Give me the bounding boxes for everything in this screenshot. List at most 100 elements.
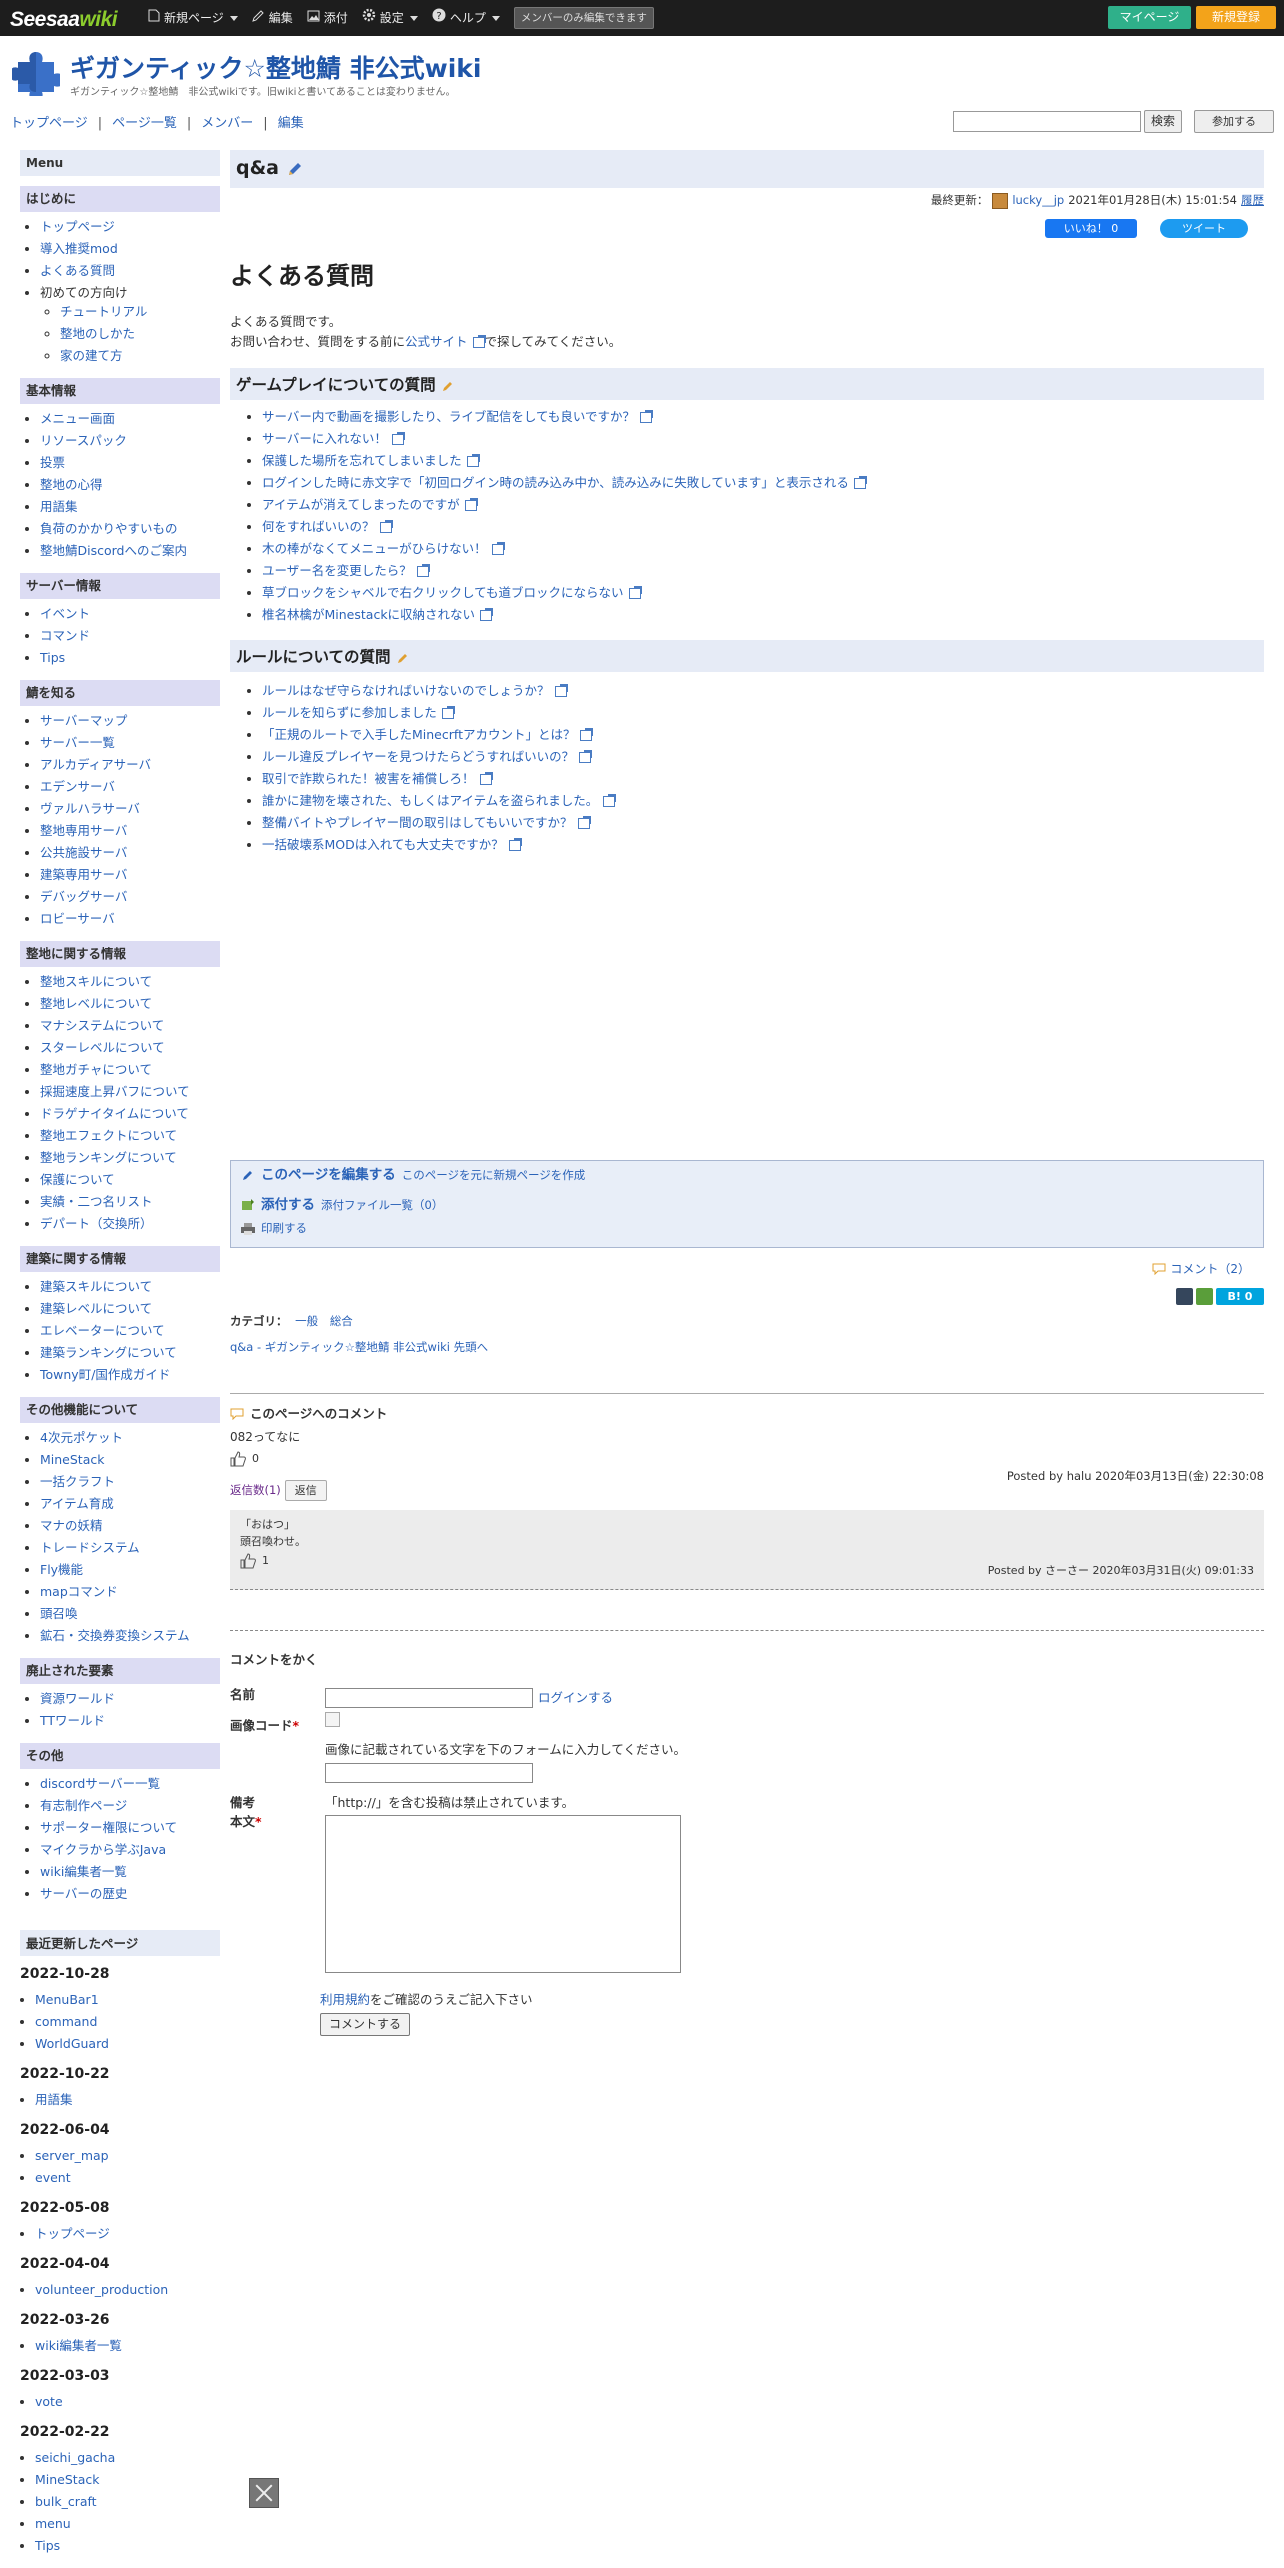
recent-page-link[interactable]: menu <box>35 2516 71 2531</box>
sidebar-link[interactable]: 建築ランキングについて <box>40 1345 177 1360</box>
facebook-like-button[interactable]: いいね！ 0 <box>1045 219 1137 238</box>
sidebar-link[interactable]: コマンド <box>40 628 90 643</box>
sidebar-link[interactable]: エレベーターについて <box>40 1323 165 1338</box>
question-link[interactable]: 整備バイトやプレイヤー間の取引はしてもいいですか？ <box>262 815 573 830</box>
terms-link[interactable]: 利用規約 <box>320 1992 370 2007</box>
sidebar-link[interactable]: discordサーバー一覧 <box>40 1776 160 1791</box>
top-menu-item[interactable]: 添付 <box>307 9 348 28</box>
sidebar-link[interactable]: 投票 <box>40 455 65 470</box>
question-link[interactable]: 取引で詐欺られた！被害を補償しろ！ <box>262 771 475 786</box>
recent-page-link[interactable]: 用語集 <box>35 2092 73 2107</box>
question-link[interactable]: アイテムが消えてしまったのですが <box>262 497 460 512</box>
sidebar-link[interactable]: 頭召喚 <box>40 1606 78 1621</box>
official-site-link[interactable]: 公式サイト <box>405 334 468 349</box>
nav-edit[interactable]: 編集 <box>268 114 314 134</box>
thumbs-up-icon[interactable] <box>240 1553 256 1569</box>
sidebar-link[interactable]: 整地の心得 <box>40 477 103 492</box>
sidebar-link[interactable]: 実績・二つ名リスト <box>40 1194 153 1209</box>
seesaa-logo[interactable]: Seesaawiki <box>10 4 118 37</box>
nav-members[interactable]: メンバー <box>191 114 263 134</box>
top-menu-item[interactable]: 編集 <box>251 9 293 28</box>
sidebar-link[interactable]: マナシステムについて <box>40 1018 164 1033</box>
captcha-input[interactable] <box>325 1763 533 1783</box>
sidebar-link[interactable]: アルカディアサーバ <box>40 757 151 772</box>
attach-link[interactable]: 添付する <box>261 1195 315 1216</box>
comment-body-textarea[interactable] <box>325 1815 681 1973</box>
hatena-bookmark-button[interactable]: B! 0 <box>1216 1288 1264 1305</box>
sidebar-link[interactable]: 一括クラフト <box>40 1474 115 1489</box>
sidebar-link[interactable]: アイテム育成 <box>40 1496 114 1511</box>
sidebar-link[interactable]: リソースパック <box>40 433 127 448</box>
recent-page-link[interactable]: vote <box>35 2394 63 2409</box>
name-input[interactable] <box>325 1688 533 1708</box>
recent-page-link[interactable]: bulk_craft <box>35 2494 97 2509</box>
breadcrumb-link[interactable]: q&a - ギガンティック☆整地鯖 非公式wiki 先頭へ <box>230 1340 488 1354</box>
sidebar-link[interactable]: 整地専用サーバ <box>40 823 127 838</box>
sidebar-link[interactable]: エデンサーバ <box>40 779 115 794</box>
sidebar-link[interactable]: 保護について <box>40 1172 115 1187</box>
site-title[interactable]: ギガンティック☆整地鯖 非公式wiki <box>70 50 481 89</box>
sidebar-link[interactable]: ロビーサーバ <box>40 911 115 926</box>
recent-page-link[interactable]: Tips <box>35 2538 60 2553</box>
pencil-icon[interactable] <box>396 651 410 665</box>
recent-page-link[interactable]: volunteer_production <box>35 2282 168 2297</box>
nav-page-list[interactable]: ページ一覧 <box>102 114 187 134</box>
sidebar-link[interactable]: ヴァルハラサーバ <box>40 801 140 816</box>
question-link[interactable]: 誰かに建物を壊された、もしくはアイテムを盗られました。 <box>262 793 598 808</box>
login-link[interactable]: ログインする <box>538 1688 613 1707</box>
pencil-icon[interactable] <box>441 379 455 393</box>
question-link[interactable]: ユーザー名を変更したら？ <box>262 563 412 578</box>
edit-page-link[interactable]: このページを編集する <box>261 1165 396 1186</box>
sidebar-link[interactable]: チュートリアル <box>60 304 147 319</box>
sidebar-link[interactable]: メニュー画面 <box>40 411 115 426</box>
sidebar-link[interactable]: mapコマンド <box>40 1584 118 1599</box>
sidebar-link[interactable]: Towny町/国作成ガイド <box>40 1367 170 1382</box>
category-link[interactable]: 一般 <box>295 1314 318 1328</box>
sidebar-link[interactable]: 導入推奨mod <box>40 241 118 256</box>
sidebar-link[interactable]: サポーター権限について <box>40 1820 177 1835</box>
sidebar-link[interactable]: サーバーマップ <box>40 713 127 728</box>
category-link[interactable]: 総合 <box>330 1314 353 1328</box>
search-button[interactable]: 検索 <box>1144 110 1182 133</box>
question-link[interactable]: 一括破壊系MODは入れても大丈夫ですか？ <box>262 837 504 852</box>
top-menu-item[interactable]: 新規ページ <box>148 9 238 28</box>
history-link[interactable]: 履歴 <box>1241 192 1264 210</box>
close-icon[interactable] <box>249 2478 279 2508</box>
recent-page-link[interactable]: event <box>35 2170 71 2185</box>
sidebar-link[interactable]: トップページ <box>40 219 115 234</box>
sidebar-link[interactable]: wiki編集者一覧 <box>40 1864 127 1879</box>
tweet-button[interactable]: ツイート <box>1160 219 1248 238</box>
print-link[interactable]: 印刷する <box>261 1220 307 1238</box>
sidebar-link[interactable]: サーバー一覧 <box>40 735 115 750</box>
sidebar-link[interactable]: デパート（交換所） <box>40 1216 153 1231</box>
question-link[interactable]: ルールを知らずに参加しました <box>262 705 437 720</box>
question-link[interactable]: 木の棒がなくてメニューがひらけない！ <box>262 541 487 556</box>
sidebar-link[interactable]: 有志制作ページ <box>40 1798 127 1813</box>
recent-page-link[interactable]: wiki編集者一覧 <box>35 2338 122 2353</box>
sidebar-link[interactable]: MineStack <box>40 1452 104 1467</box>
recent-page-link[interactable]: seichi_gacha <box>35 2450 115 2465</box>
sidebar-link[interactable]: マナの妖精 <box>40 1518 103 1533</box>
sidebar-link[interactable]: Tips <box>40 650 65 665</box>
recent-page-link[interactable]: server_map <box>35 2148 109 2163</box>
question-link[interactable]: サーバーに入れない！ <box>262 431 387 446</box>
comment-like[interactable]: 0 <box>230 1450 259 1467</box>
question-link[interactable]: ログインした時に赤文字で「初回ログイン時の読み込み中か、読み込みに失敗しています… <box>262 475 849 490</box>
sidebar-link[interactable]: 建築スキルについて <box>40 1279 152 1294</box>
sidebar-link[interactable]: ドラゲナイタイムについて <box>40 1106 189 1121</box>
comment-count-link[interactable]: コメント（2） <box>1170 1260 1250 1279</box>
pencil-icon[interactable] <box>286 160 304 178</box>
sidebar-link[interactable]: トレードシステム <box>40 1540 140 1555</box>
question-link[interactable]: 草ブロックをシャベルで右クリックしても道ブロックにならない <box>262 585 624 600</box>
sidebar-link[interactable]: 家の建て方 <box>60 348 123 363</box>
recent-page-link[interactable]: MenuBar1 <box>35 1992 99 2007</box>
top-menu-item[interactable]: ? ヘルプ <box>432 8 500 28</box>
question-link[interactable]: 「正規のルートで入手したMinecrftアカウント」とは？ <box>262 727 575 742</box>
top-menu-item[interactable]: 設定 <box>362 8 418 28</box>
comment-count[interactable]: コメント（2） <box>1152 1260 1250 1279</box>
recent-page-link[interactable]: WorldGuard <box>35 2036 109 2051</box>
join-button[interactable]: 参加する <box>1194 110 1274 133</box>
sidebar-link[interactable]: スターレベルについて <box>40 1040 165 1055</box>
question-link[interactable]: ルールはなぜ守らなければいけないのでしょうか？ <box>262 683 550 698</box>
sidebar-link[interactable]: 整地ランキングについて <box>40 1150 177 1165</box>
